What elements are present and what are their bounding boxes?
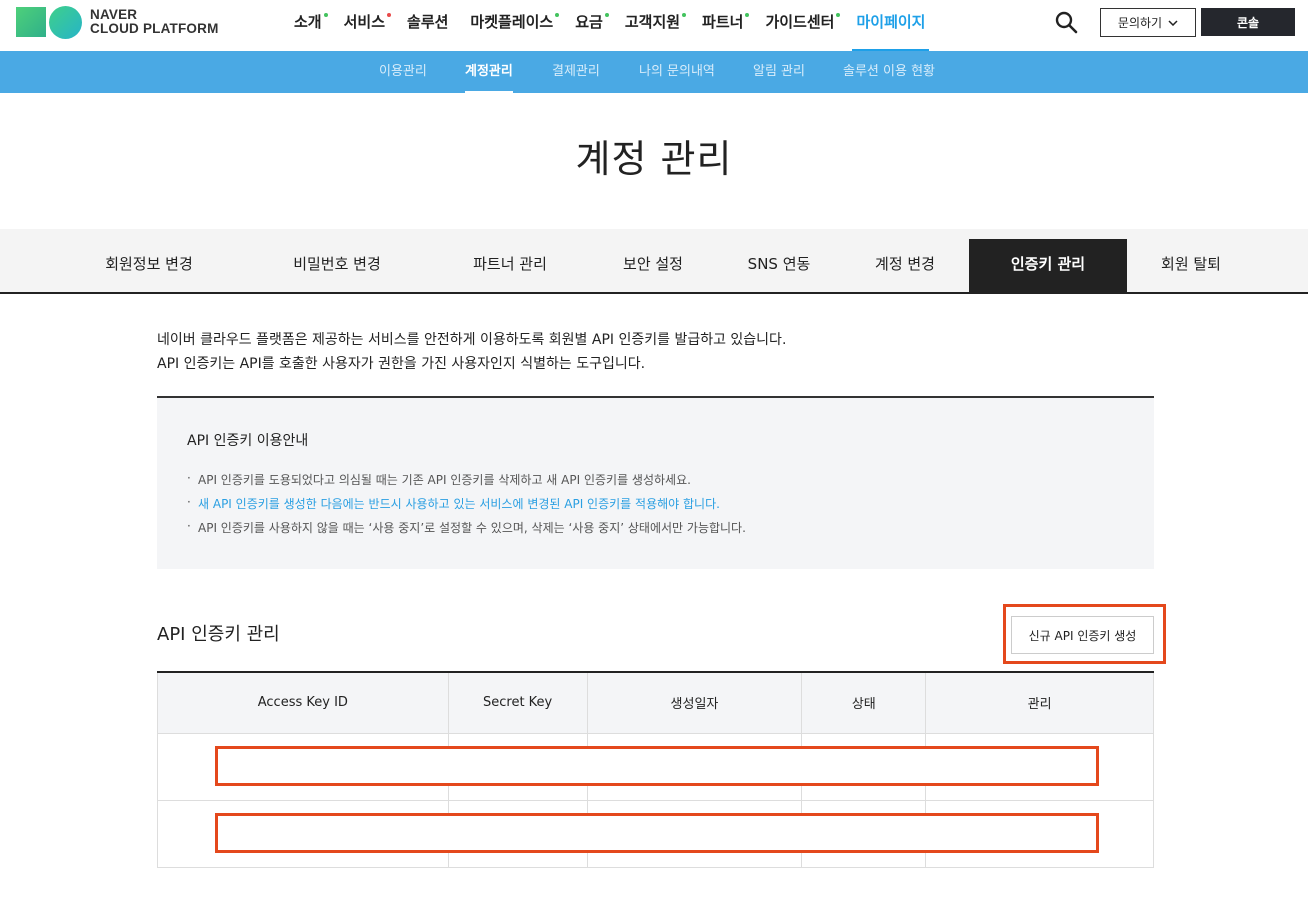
guide-list: API 인증키를 도용되었다고 의심될 때는 기존 API 인증키를 삭제하고 … xyxy=(187,466,746,540)
redacted-key-row xyxy=(215,813,1099,853)
nav-pricing[interactable]: 요금 xyxy=(575,0,609,51)
logo-text: NAVER CLOUD PLATFORM xyxy=(90,7,219,36)
console-button[interactable]: 콘솔 xyxy=(1201,8,1295,36)
tab-partner[interactable]: 파트너 관리 xyxy=(460,239,560,292)
mypage-subnav: 이용관리 계정관리 결제관리 나의 문의내역 알림 관리 솔루션 이용 현황 xyxy=(0,51,1308,93)
guide-box: API 인증키 이용안내 API 인증키를 도용되었다고 의심될 때는 기존 A… xyxy=(157,396,1154,569)
nav-support[interactable]: 고객지원 xyxy=(625,0,687,51)
tab-sns[interactable]: SNS 연동 xyxy=(738,239,820,292)
intro-line: API 인증키는 API를 호출한 사용자가 권한을 가진 사용자인지 식별하는… xyxy=(157,356,646,372)
account-tabs: 회원정보 변경 비밀번호 변경 파트너 관리 보안 설정 SNS 연동 계정 변… xyxy=(0,229,1308,294)
inquiry-label: 문의하기 xyxy=(1117,16,1163,30)
column-status: 상태 xyxy=(801,672,927,734)
naver-cloud-logo[interactable]: NAVER CLOUD PLATFORM xyxy=(16,6,219,39)
column-manage: 관리 xyxy=(925,672,1154,734)
logo-mark-icon xyxy=(16,6,82,39)
nav-partner[interactable]: 파트너 xyxy=(702,0,750,51)
section-title: API 인증키 관리 xyxy=(157,624,280,645)
column-created-date: 생성일자 xyxy=(586,672,803,734)
global-nav: 소개 서비스 솔루션 마켓플레이스 요금 고객지원 파트너 가이드센터 마이페이… xyxy=(294,0,947,51)
subnav-my-inquiries[interactable]: 나의 문의내역 xyxy=(639,51,715,93)
tab-account-change[interactable]: 계정 변경 xyxy=(862,239,948,292)
subnav-billing[interactable]: 결제관리 xyxy=(552,51,600,93)
inquiry-button[interactable]: 문의하기 xyxy=(1100,8,1196,37)
column-access-key-id: Access Key ID xyxy=(157,672,449,734)
page-title: 계정 관리 xyxy=(575,137,733,181)
chevron-down-icon xyxy=(1168,19,1178,26)
tab-security[interactable]: 보안 설정 xyxy=(611,239,695,292)
nav-mypage[interactable]: 마이페이지 xyxy=(852,0,930,51)
intro-line: 네이버 클라우드 플랫폼은 제공하는 서비스를 안전하게 이용하도록 회원별 A… xyxy=(157,332,787,348)
guide-item-highlight: 새 API 인증키를 생성한 다음에는 반드시 사용하고 있는 서비스에 변경된… xyxy=(187,490,746,516)
create-key-highlight: 신규 API 인증키 생성 xyxy=(1003,604,1166,664)
tab-password[interactable]: 비밀번호 변경 xyxy=(276,239,398,292)
tab-member-info[interactable]: 회원정보 변경 xyxy=(88,239,210,292)
tab-auth-key[interactable]: 인증키 관리 xyxy=(969,239,1127,292)
intro-text: 네이버 클라우드 플랫폼은 제공하는 서비스를 안전하게 이용하도록 회원별 A… xyxy=(157,328,786,376)
guide-item: API 인증키를 도용되었다고 의심될 때는 기존 API 인증키를 삭제하고 … xyxy=(187,466,746,492)
tab-withdrawal[interactable]: 회원 탈퇴 xyxy=(1148,239,1234,292)
nav-solutions[interactable]: 솔루션 xyxy=(407,0,448,51)
create-api-key-button[interactable]: 신규 API 인증키 생성 xyxy=(1011,616,1154,654)
redacted-key-row xyxy=(215,746,1099,786)
column-secret-key: Secret Key xyxy=(447,672,588,734)
subnav-account[interactable]: 계정관리 xyxy=(465,51,513,93)
subnav-solution-usage[interactable]: 솔루션 이용 현황 xyxy=(843,51,935,93)
search-icon[interactable] xyxy=(1054,10,1078,34)
guide-item: API 인증키를 사용하지 않을 때는 ‘사용 중지’로 설정할 수 있으며, … xyxy=(187,514,746,540)
nav-services[interactable]: 서비스 xyxy=(344,0,392,51)
subnav-notifications[interactable]: 알림 관리 xyxy=(753,51,805,93)
nav-guide-center[interactable]: 가이드센터 xyxy=(765,0,841,51)
guide-title: API 인증키 이용안내 xyxy=(187,433,309,449)
nav-intro[interactable]: 소개 xyxy=(294,0,328,51)
top-header: NAVER CLOUD PLATFORM 소개 서비스 솔루션 마켓플레이스 요… xyxy=(0,0,1308,51)
nav-marketplace[interactable]: 마켓플레이스 xyxy=(470,0,560,51)
subnav-usage[interactable]: 이용관리 xyxy=(379,51,427,93)
